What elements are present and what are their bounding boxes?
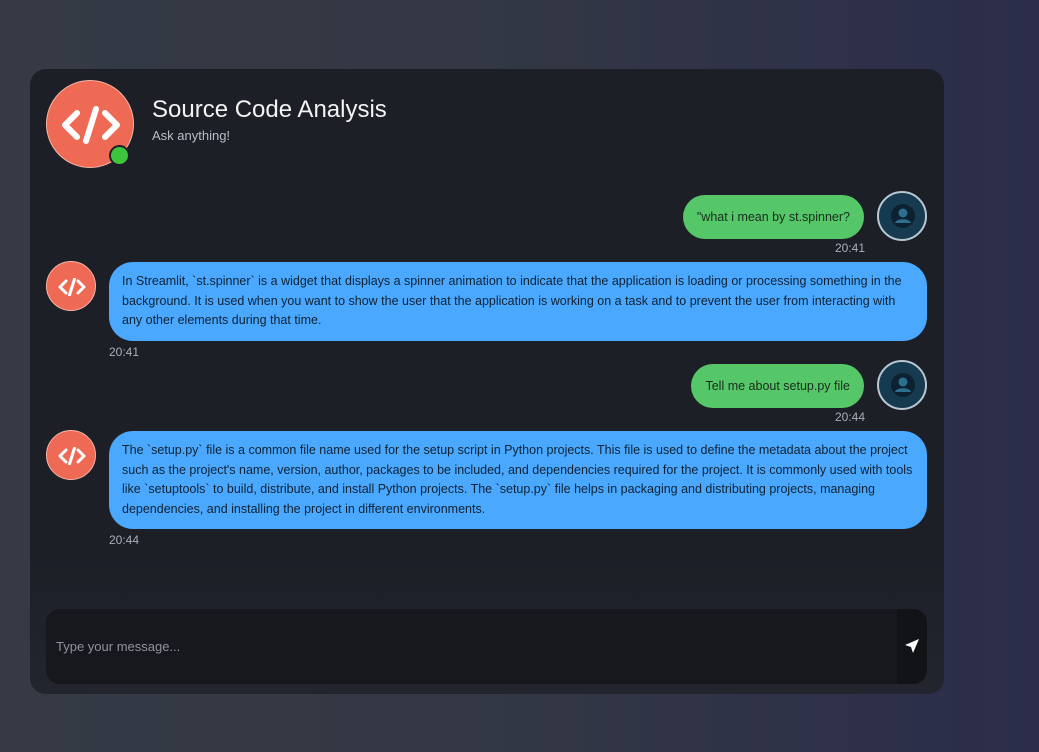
message-time: 20:41 xyxy=(109,345,140,359)
code-icon xyxy=(58,278,86,296)
user-message: Tell me about setup.py file xyxy=(691,364,864,408)
online-status-dot xyxy=(109,145,130,166)
code-icon xyxy=(58,447,86,465)
message-input[interactable] xyxy=(46,609,897,684)
bot-avatar xyxy=(46,430,96,480)
chat-window: Source Code Analysis Ask anything! "what… xyxy=(30,69,944,694)
send-button[interactable] xyxy=(897,609,927,684)
user-avatar xyxy=(877,360,927,410)
user-message: "what i mean by st.spinner? xyxy=(682,195,864,239)
page-subtitle: Ask anything! xyxy=(152,128,231,143)
user-avatar xyxy=(877,191,927,241)
user-icon xyxy=(891,204,915,228)
page-title: Source Code Analysis xyxy=(152,96,387,123)
bot-message: In Streamlit, `st.spinner` is a widget t… xyxy=(109,262,927,341)
send-icon xyxy=(905,639,919,653)
code-icon xyxy=(62,106,120,144)
message-time: 20:41 xyxy=(835,241,866,255)
bot-message: The `setup.py` file is a common file nam… xyxy=(109,431,927,529)
message-time: 20:44 xyxy=(109,533,140,547)
bot-avatar xyxy=(46,261,96,311)
message-composer xyxy=(46,609,927,684)
message-time: 20:44 xyxy=(835,410,866,424)
user-icon xyxy=(891,373,915,397)
